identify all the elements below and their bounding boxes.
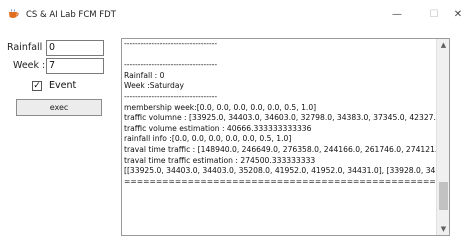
week-label: Week : (13, 60, 46, 71)
event-checkbox[interactable]: ✓ (32, 81, 42, 91)
rainfall-label: Rainfall : (7, 42, 49, 53)
output-line: membership week:[0.0, 0.0, 0.0, 0.0, 0.0… (124, 102, 317, 112)
output-line: Week :Saturday (124, 81, 184, 91)
exec-button[interactable]: exec (16, 99, 102, 116)
close-button[interactable]: ✕ (446, 6, 470, 24)
output-log[interactable]: ---------------------------------- -----… (124, 39, 436, 235)
output-line: ---------------------------------- (124, 91, 218, 101)
output-line: ---------------------------------- (124, 60, 218, 70)
rainfall-input[interactable]: 0 (46, 40, 104, 56)
java-coffee-icon (9, 9, 19, 18)
output-line: traffic volume estimation : 40666.333333… (124, 123, 312, 133)
output-line: ---------------------------------- (124, 39, 218, 48)
output-text-area[interactable]: ---------------------------------- -----… (121, 38, 450, 236)
output-line: traval time traffic estimation : 274500.… (124, 155, 316, 165)
vertical-scrollbar[interactable]: ▲ ▼ (436, 39, 449, 235)
scroll-thumb[interactable] (439, 182, 448, 210)
event-label: Event (49, 80, 77, 91)
output-line: traval time traffic : [148940.0, 246649.… (124, 144, 436, 154)
title-bar[interactable]: CS & AI Lab FCM FDT — ☐ ✕ (0, 0, 474, 30)
maximize-button[interactable]: ☐ (422, 6, 446, 24)
output-line: ========================================… (124, 176, 436, 186)
output-line: Rainfall : 0 (124, 70, 165, 80)
minimize-button[interactable]: — (385, 6, 409, 24)
output-line: [[33925.0, 34403.0, 34403.0, 35208.0, 41… (124, 166, 436, 176)
week-input[interactable]: 7 (46, 58, 104, 74)
output-line: rainfall info :[0.0, 0.0, 0.0, 0.0, 0.0,… (124, 134, 292, 144)
output-line: traffic volumne : [33925.0, 34403.0, 346… (124, 113, 436, 123)
scroll-up-arrow-icon[interactable]: ▲ (437, 39, 449, 51)
scroll-down-arrow-icon[interactable]: ▼ (437, 223, 449, 235)
window-title: CS & AI Lab FCM FDT (26, 10, 116, 20)
